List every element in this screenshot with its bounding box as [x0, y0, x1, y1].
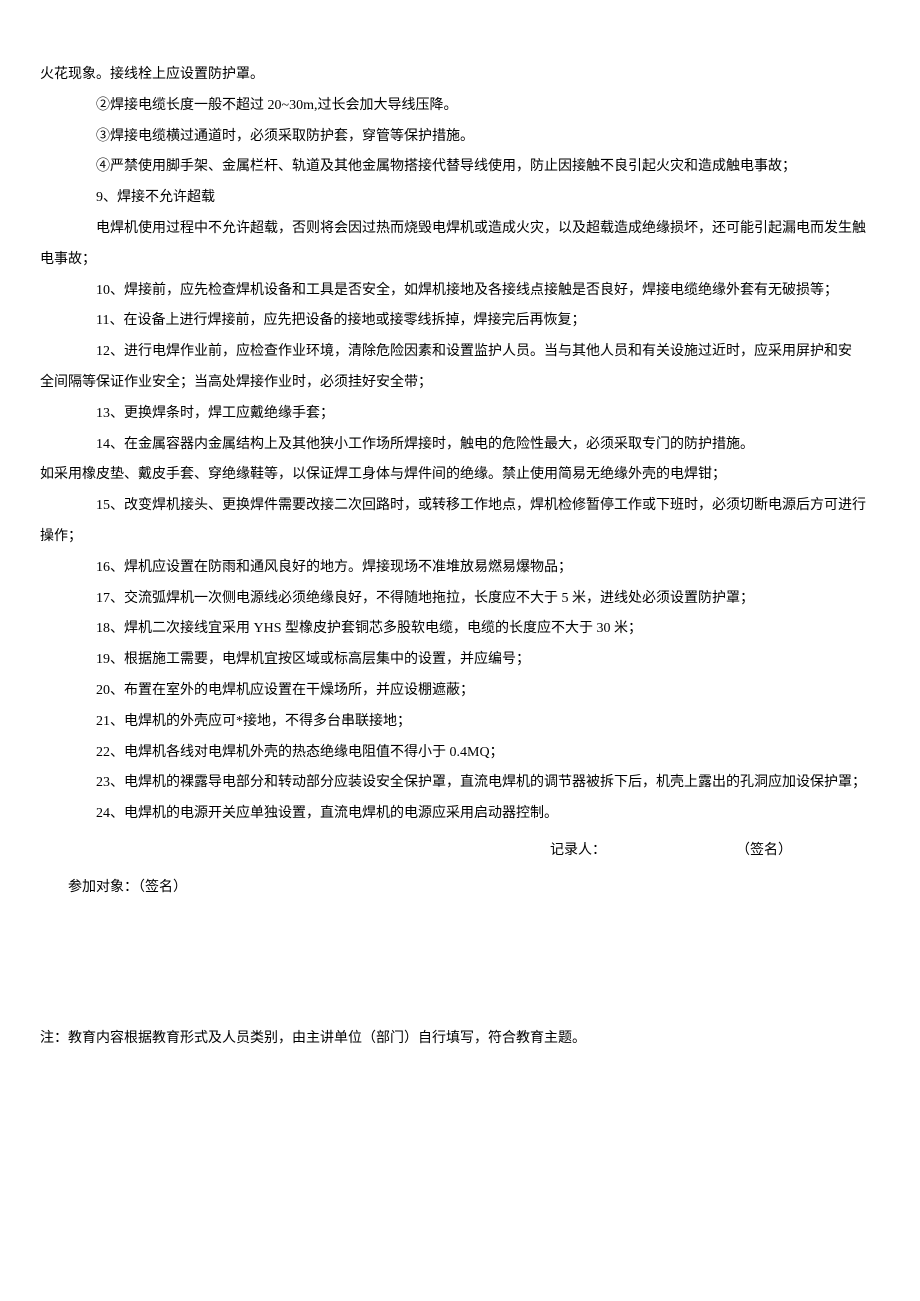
text-line: 19、根据施工需要，电焊机宜按区域或标高层集中的设置，并应编号；: [40, 645, 880, 676]
text-line: ②焊接电缆长度一般不超过 20~30m,过长会加大导线压降。: [40, 91, 880, 122]
text-line: 16、焊机应设置在防雨和通风良好的地方。焊接现场不准堆放易燃易爆物品；: [40, 553, 880, 584]
text-line: 24、电焊机的电源开关应单独设置，直流电焊机的电源应采用启动器控制。: [40, 799, 880, 830]
text-line: ③焊接电缆横过通道时，必须采取防护套，穿管等保护措施。: [40, 122, 880, 153]
text-line: 电焊机使用过程中不允许超载，否则将会因过热而烧毁电焊机或造成火灾，以及超载造成绝…: [40, 214, 880, 245]
text-line: 12、进行电焊作业前，应检查作业环境，清除危险因素和设置监护人员。当与其他人员和…: [40, 337, 880, 368]
text-line-cont: 电事故；: [40, 245, 880, 276]
text-line: 15、改变焊机接头、更换焊件需要改接二次回路时，或转移工作地点，焊机检修暂停工作…: [40, 491, 880, 522]
text-line: 20、布置在室外的电焊机应设置在干燥场所，并应设棚遮蔽；: [40, 676, 880, 707]
text-line-cont: 如采用橡皮垫、戴皮手套、穿绝缘鞋等，以保证焊工身体与焊件间的绝缘。禁止使用简易无…: [40, 460, 880, 491]
text-line: 14、在金属容器内金属结构上及其他狭小工作场所焊接时，触电的危险性最大，必须采取…: [40, 430, 880, 461]
text-line: ④严禁使用脚手架、金属栏杆、轨道及其他金属物搭接代替导线使用，防止因接触不良引起…: [40, 152, 880, 183]
text-line: 11、在设备上进行焊接前，应先把设备的接地或接零线拆掉，焊接完后再恢复；: [40, 306, 880, 337]
text-line-cont: 全间隔等保证作业安全；当高处焊接作业时，必须挂好安全带；: [40, 368, 880, 399]
text-line: 21、电焊机的外壳应可*接地，不得多台串联接地；: [40, 707, 880, 738]
text-line: 13、更换焊条时，焊工应戴绝缘手套；: [40, 399, 880, 430]
text-line-cont: 操作；: [40, 522, 880, 553]
text-line: 9、焊接不允许超载: [40, 183, 880, 214]
recorder-label: 记录人：: [550, 836, 606, 867]
recorder-sign-label: （签名）: [736, 836, 792, 867]
signature-row: 记录人： （签名）: [40, 836, 880, 867]
text-line: 22、电焊机各线对电焊机外壳的热态绝缘电阻值不得小于 0.4MQ；: [40, 738, 880, 769]
text-line: 10、焊接前，应先检查焊机设备和工具是否安全，如焊机接地及各接线点接触是否良好，…: [40, 276, 880, 307]
text-line: 17、交流弧焊机一次侧电源线必须绝缘良好，不得随地拖拉，长度应不大于 5 米，进…: [40, 584, 880, 615]
text-line: 23、电焊机的裸露导电部分和转动部分应装设安全保护罩，直流电焊机的调节器被拆下后…: [40, 768, 880, 799]
text-line: 18、焊机二次接线宜采用 YHS 型橡皮护套铜芯多股软电缆，电缆的长度应不大于 …: [40, 614, 880, 645]
vertical-spacer: [40, 904, 880, 1024]
footer-note: 注：教育内容根据教育形式及人员类别，由主讲单位（部门）自行填写，符合教育主题。: [40, 1024, 880, 1055]
text-line: 火花现象。接线栓上应设置防护罩。: [40, 60, 880, 91]
participant-label: 参加对象：（签名）: [68, 873, 880, 904]
